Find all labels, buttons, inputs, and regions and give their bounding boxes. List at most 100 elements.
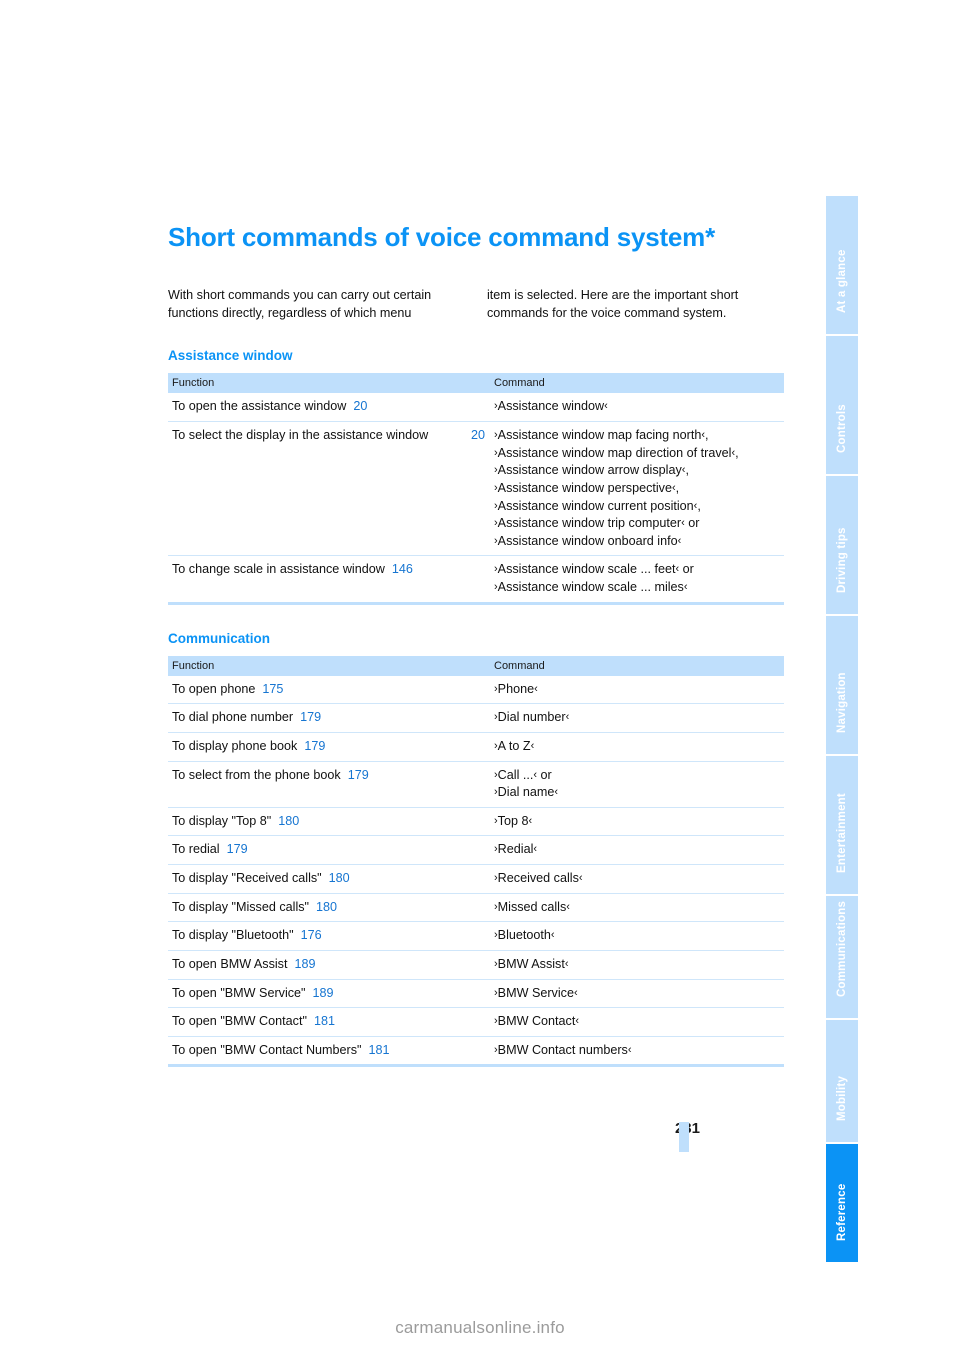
voice-command: ›Call ...‹ or [494,767,782,785]
sidebar-tab-communications[interactable]: Communications [826,896,858,1018]
page-reference[interactable]: 181 [314,1014,335,1028]
command-cell: ›Dial number‹ [490,703,784,733]
sidebar-tab-at-a-glance[interactable]: At a glance [826,196,858,334]
quote-close-icon: ‹ [573,986,578,999]
command-suffix: , [685,463,689,478]
voice-command-text: Bluetooth [497,928,551,943]
voice-command: ›BMW Contact‹ [494,1013,782,1031]
page-reference[interactable]: 20 [471,427,488,445]
voice-command: ›Top 8‹ [494,813,782,831]
voice-command-text: Phone [497,681,535,696]
table-row: To redial 179 ›Redial‹ [168,835,784,866]
function-label: To open "BMW Contact" [172,1014,307,1029]
voice-command-text: Redial [497,842,534,857]
page-title: Short commands of voice command system* [168,222,716,252]
command-cell: ›Received calls‹ [490,864,784,894]
voice-command-text: Assistance window scale ... miles [497,580,684,595]
function-cell: To open BMW Assist 189 [168,950,490,980]
page-reference[interactable]: 180 [316,900,337,914]
voice-command: ›Assistance window map facing north‹, [494,427,782,445]
function-label: To dial phone number [172,710,294,725]
page-content: Short commands of voice command system* … [168,222,784,1093]
function-cell: 20 To select the display in the assistanc… [168,421,490,557]
voice-command: ›Assistance window arrow display‹, [494,462,782,480]
voice-command-text: BMW Service [497,985,574,1000]
page-reference[interactable]: 179 [300,710,321,724]
intro-column-left: With short commands you can carry out ce… [168,287,432,320]
voice-command-text: Assistance window map direction of trave… [497,445,732,460]
table-row: To select from the phone book 179 ›Call ..… [168,761,784,808]
column-header-function: Function [168,655,490,676]
quote-close-icon: ‹ [554,786,559,799]
command-cell: ›Phone‹ [490,675,784,705]
function-cell: To display "Bluetooth" 176 [168,921,490,951]
voice-command-text: Assistance window scale ... feet [497,562,676,577]
section-heading: Assistance window [168,348,293,364]
command-cell: ›Bluetooth‹ [490,921,784,951]
page-reference[interactable]: 180 [329,871,350,885]
page-reference[interactable]: 179 [227,842,248,856]
command-suffix: or [684,516,700,531]
voice-command: ›Received calls‹ [494,870,782,888]
table-row: To display phone book 179 ›A to Z‹ [168,732,784,762]
quote-close-icon: ‹ [627,1043,632,1056]
function-cell: To display "Missed calls" 180 [168,893,490,923]
command-cell: ›Assistance window map facing north‹, ›As… [490,421,784,557]
command-cell: ›Missed calls‹ [490,893,784,923]
command-cell: ›BMW Contact numbers‹ [490,1036,784,1068]
quote-close-icon: ‹ [528,814,533,827]
table-row: To open BMW Assist 189 ›BMW Assist‹ [168,950,784,980]
voice-command-text: Dial number [497,710,566,725]
intro-column-right: item is selected. Here are the important… [487,287,739,320]
table-row: To change scale in assistance window 146 ›… [168,555,784,605]
voice-command-text: Call ... [497,767,534,782]
table-row: To display "Missed calls" 180 ›Missed call… [168,893,784,923]
table-row: To display "Bluetooth" 176 ›Bluetooth‹ [168,921,784,951]
sidebar-tab-label: Controls [836,404,848,453]
function-label: To select from the phone book [172,767,341,782]
page-reference[interactable]: 189 [294,957,315,971]
voice-command-text: A to Z [497,738,531,753]
section-tab-rail[interactable]: At a glance Controls Driving tips Navigatio… [826,196,858,1262]
command-suffix: or [537,767,552,782]
page-reference[interactable]: 179 [348,768,369,782]
sidebar-tab-mobility[interactable]: Mobility [826,1020,858,1142]
table-row: To open the assistance window 20 ›Assistan… [168,393,784,423]
sidebar-tab-driving-tips[interactable]: Driving tips [826,476,858,614]
command-cell: ›Assistance window‹ [490,393,784,423]
voice-command-text: Assistance window map facing north [497,428,702,443]
sidebar-tab-label: Communications [836,900,848,997]
page-reference[interactable]: 146 [392,562,413,576]
table-row: To display "Received calls" 180 ›Received … [168,864,784,894]
page-reference[interactable]: 176 [301,928,322,942]
function-cell: To display phone book 179 [168,732,490,762]
command-suffix: , [675,480,680,495]
page-reference[interactable]: 180 [278,814,299,828]
function-label: To display "Top 8" [172,813,272,828]
sidebar-tab-entertainment[interactable]: Entertainment [826,756,858,894]
table-row: To open phone 175 ›Phone‹ [168,675,784,705]
sidebar-tab-reference[interactable]: Reference [826,1144,858,1262]
command-cell: ›BMW Assist‹ [490,950,784,980]
sidebar-tab-navigation[interactable]: Navigation [826,616,858,754]
function-label: To open phone [172,681,256,696]
sections-container: Assistance window Function Command To open … [168,348,784,1068]
quote-close-icon: ‹ [533,843,538,856]
page-reference[interactable]: 181 [369,1043,390,1057]
voice-command-text: Assistance window perspective [497,480,672,495]
function-cell: To dial phone number 179 [168,703,490,733]
quote-close-icon: ‹ [550,929,555,942]
table-header-row: Function Command [168,373,784,394]
page-reference[interactable]: 179 [304,739,325,753]
quote-close-icon: ‹ [578,872,583,885]
page-reference[interactable]: 20 [353,399,367,413]
page-reference[interactable]: 189 [313,986,334,1000]
command-suffix: , [735,445,739,460]
quote-close-icon: ‹ [683,581,688,594]
sidebar-tab-controls[interactable]: Controls [826,336,858,474]
table-row: To open "BMW Contact" 181 ›BMW Contact‹ [168,1007,784,1037]
page-reference[interactable]: 175 [262,682,283,696]
command-cell: ›BMW Contact‹ [490,1007,784,1037]
voice-command: ›Bluetooth‹ [494,927,782,945]
command-cell: ›A to Z‹ [490,732,784,762]
